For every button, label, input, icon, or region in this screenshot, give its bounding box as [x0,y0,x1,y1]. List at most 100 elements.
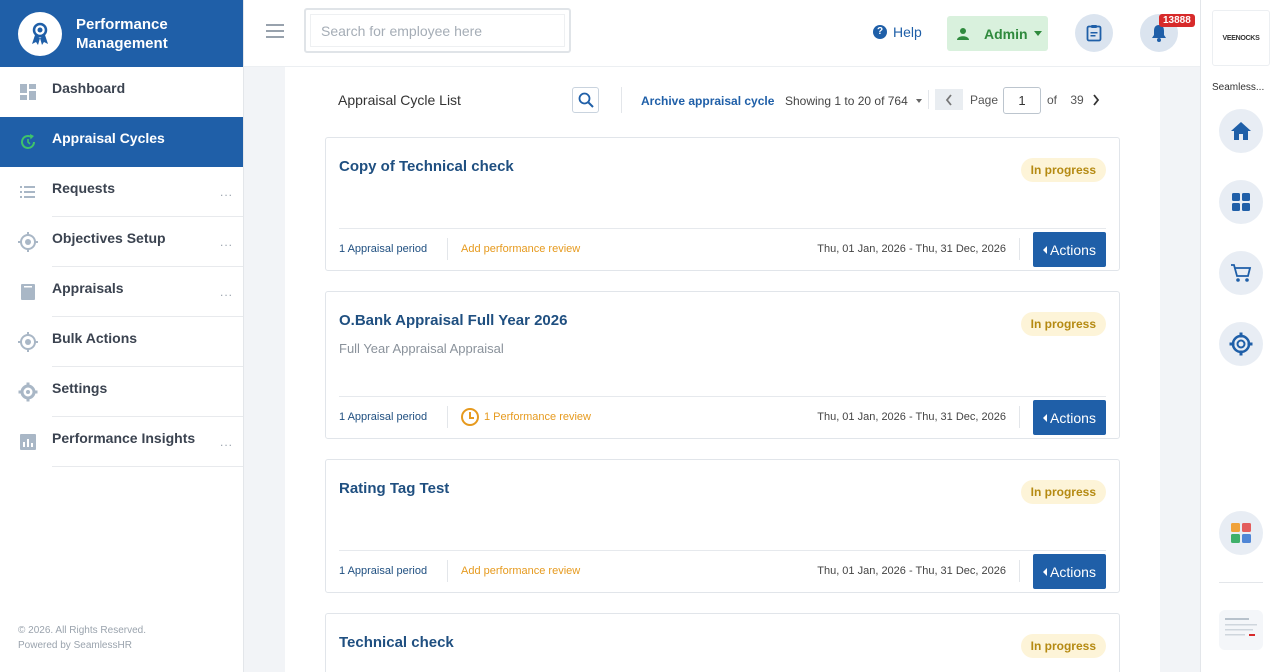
divider [928,90,929,109]
help-link[interactable]: ? Help [873,24,922,40]
apps-button[interactable] [1219,180,1263,224]
chevron-right-icon [1093,94,1100,106]
actions-button[interactable]: Actions [1033,554,1106,589]
performance-review-link[interactable]: 1 Performance review [461,408,591,426]
company-logo[interactable]: VEENOCKS [1212,10,1270,66]
cycle-title[interactable]: Copy of Technical check [339,158,514,175]
cycle-dates: Thu, 01 Jan, 2026 - Thu, 31 Dec, 2026 [817,565,1006,577]
previous-page-button[interactable] [935,89,963,110]
sidebar-item-label: Settings [52,380,108,396]
powered-by-text: Powered by SeamlessHR [18,640,132,651]
sidebar-item-label: Bulk Actions [52,330,138,346]
caret-left-icon [1043,413,1048,422]
cycle-description: Full Year Appraisal Appraisal [339,341,504,356]
more-icon[interactable]: ... [220,435,233,449]
gear-icon [18,382,38,402]
divider [1019,238,1020,260]
cycle-title[interactable]: O.Bank Appraisal Full Year 2026 [339,312,567,329]
more-icon[interactable]: ... [220,185,233,199]
sidebar-item-appraisal-cycles[interactable]: Appraisal Cycles [0,117,243,167]
appraisal-period-link[interactable]: 1 Appraisal period [339,565,427,577]
sidebar-item-performance-insights[interactable]: Performance Insights ... [0,417,243,467]
target-icon [18,332,38,352]
clipboard-icon [1086,25,1102,42]
sidebar-item-objectives-setup[interactable]: Objectives Setup ... [0,217,243,267]
sidebar-item-label: Performance Insights [52,430,196,446]
more-icon[interactable]: ... [220,235,233,249]
sidebar-item-label: Dashboard [52,80,126,96]
admin-role-dropdown[interactable]: Admin [947,16,1048,51]
add-performance-review-link[interactable]: Add performance review [461,243,580,255]
search-button[interactable] [572,87,599,113]
sidebar-item-label: Objectives Setup [52,230,166,246]
divider [52,466,243,467]
app-title-line1: Performance [76,15,168,33]
divider [447,406,448,428]
cycle-dates: Thu, 01 Jan, 2026 - Thu, 31 Dec, 2026 [817,411,1006,423]
divider [447,560,448,582]
top-bar: ? Help Admin 13888 [244,0,1200,67]
actions-button[interactable]: Actions [1033,232,1106,267]
divider [621,87,622,113]
status-badge: In progress [1020,312,1106,336]
page-number-input[interactable] [1003,87,1041,114]
appraisal-cycle-card[interactable]: Technical check In progress [325,613,1120,672]
total-pages: 39 [1070,93,1084,107]
sidebar-item-label: Appraisal Cycles [52,130,165,146]
actions-button[interactable]: Actions [1033,400,1106,435]
cycle-title[interactable]: Rating Tag Test [339,480,449,497]
caret-left-icon [1043,567,1048,576]
sidebar-item-label: Requests [52,180,116,196]
add-performance-review-link[interactable]: Add performance review [461,565,580,577]
status-badge: In progress [1020,158,1106,182]
chart-icon [20,434,36,450]
sidebar-item-requests[interactable]: Requests ... [0,167,243,217]
sidebar-item-appraisals[interactable]: Appraisals ... [0,267,243,317]
status-badge: In progress [1020,480,1106,504]
more-icon[interactable]: ... [220,285,233,299]
widgets-icon [1231,523,1251,543]
book-icon [21,284,35,300]
archive-appraisal-cycle-link[interactable]: Archive appraisal cycle [641,94,774,108]
brand-header: Performance Management [0,0,243,67]
grid-icon [1232,193,1250,211]
dashboard-icon [20,84,36,100]
clock-icon [461,408,479,426]
appraisal-cycle-card[interactable]: Rating Tag Test In progress 1 Appraisal … [325,459,1120,593]
cart-button[interactable] [1219,251,1263,295]
appraisal-period-link[interactable]: 1 Appraisal period [339,411,427,423]
review-label: Add performance review [461,565,581,577]
sidebar-item-label: Appraisals [52,280,124,296]
divider [339,228,1106,229]
copyright-text: © 2026. All Rights Reserved. [18,625,146,636]
support-button[interactable] [1219,322,1263,366]
divider [339,396,1106,397]
clipboard-button[interactable] [1075,14,1113,52]
caret-left-icon [1043,245,1048,254]
sidebar-footer: © 2026. All Rights Reserved. Powered by … [18,623,146,653]
search-icon [578,92,594,108]
widgets-button[interactable] [1219,511,1263,555]
appraisal-period-link[interactable]: 1 Appraisal period [339,243,427,255]
home-button[interactable] [1219,109,1263,153]
target-icon [18,232,38,252]
list-title: Appraisal Cycle List [338,92,461,108]
sidebar-item-settings[interactable]: Settings [0,367,243,417]
sidebar-item-dashboard[interactable]: Dashboard [0,67,243,117]
next-page-button[interactable] [1089,91,1103,109]
preview-thumbnail[interactable] [1219,610,1263,650]
notification-count-badge: 13888 [1159,14,1195,27]
menu-toggle-icon[interactable] [266,24,284,38]
actions-label: Actions [1050,409,1096,426]
appraisal-cycle-card[interactable]: Copy of Technical check In progress 1 Ap… [325,137,1120,271]
help-label: Help [893,24,922,40]
appraisal-cycle-card[interactable]: O.Bank Appraisal Full Year 2026 Full Yea… [325,291,1120,439]
employee-search-input[interactable] [310,14,565,47]
employee-search [304,8,571,53]
app-title: Performance Management [76,15,168,53]
sidebar-item-bulk-actions[interactable]: Bulk Actions [0,317,243,367]
app-logo-icon [18,11,62,56]
of-label: of [1047,93,1058,107]
page-size-dropdown[interactable]: Showing 1 to 20 of 764 [785,94,922,108]
cycle-title[interactable]: Technical check [339,634,454,651]
